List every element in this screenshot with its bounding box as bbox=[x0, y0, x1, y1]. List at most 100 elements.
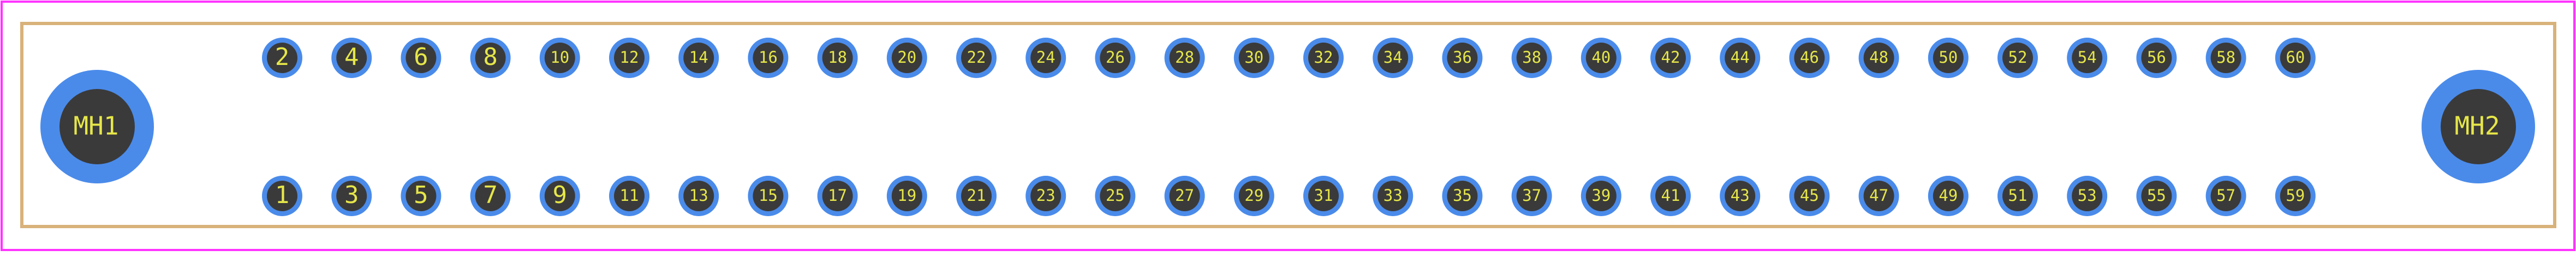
pin-pad-30: 30 bbox=[1233, 38, 1274, 78]
mounting-hole-label: MH2 bbox=[2454, 111, 2500, 141]
pin-pad-27: 27 bbox=[1164, 176, 1205, 216]
pin-pad-53: 53 bbox=[2067, 176, 2108, 216]
pin-pad-29: 29 bbox=[1233, 176, 1274, 216]
pin-pad-13: 13 bbox=[678, 176, 719, 216]
pin-pad-3: 3 bbox=[331, 176, 372, 216]
pin-pad-10: 10 bbox=[539, 38, 580, 78]
pin-pad-21: 21 bbox=[956, 176, 997, 216]
pin-number: 25 bbox=[1106, 186, 1125, 205]
pin-pad-40: 40 bbox=[1581, 38, 1621, 78]
pin-pad-49: 49 bbox=[1928, 176, 1969, 216]
pin-pad-56: 56 bbox=[2136, 38, 2177, 78]
pin-number: 2 bbox=[275, 43, 290, 71]
pin-pad-35: 35 bbox=[1442, 176, 1483, 216]
pin-number: 59 bbox=[2286, 186, 2305, 205]
pin-pad-22: 22 bbox=[956, 38, 997, 78]
pin-pad-37: 37 bbox=[1511, 176, 1552, 216]
pin-number: 36 bbox=[1453, 48, 1472, 67]
pin-number: 33 bbox=[1384, 186, 1403, 205]
pin-number: 46 bbox=[1800, 48, 1819, 67]
pin-pad-2: 2 bbox=[262, 38, 302, 78]
pin-pad-5: 5 bbox=[401, 176, 442, 216]
pin-number: 30 bbox=[1244, 48, 1263, 67]
pin-number: 58 bbox=[2216, 48, 2235, 67]
pin-number: 29 bbox=[1244, 186, 1263, 205]
pin-pad-34: 34 bbox=[1373, 38, 1414, 78]
pin-number: 31 bbox=[1314, 186, 1333, 205]
pin-pad-31: 31 bbox=[1303, 176, 1344, 216]
pin-pad-43: 43 bbox=[1720, 176, 1761, 216]
pin-pad-16: 16 bbox=[748, 38, 789, 78]
pin-pad-38: 38 bbox=[1511, 38, 1552, 78]
pin-number: 9 bbox=[553, 181, 568, 209]
pin-pad-25: 25 bbox=[1095, 176, 1136, 216]
pin-number: 15 bbox=[759, 186, 778, 205]
pin-pad-20: 20 bbox=[886, 38, 927, 78]
pin-pad-8: 8 bbox=[470, 38, 511, 78]
pin-number: 27 bbox=[1175, 186, 1194, 205]
canvas-background bbox=[0, 0, 2576, 253]
pin-pad-12: 12 bbox=[609, 38, 649, 78]
pin-pad-52: 52 bbox=[1997, 38, 2038, 78]
pin-number: 5 bbox=[414, 181, 428, 209]
pin-number: 50 bbox=[1939, 48, 1958, 67]
pin-number: 53 bbox=[2078, 186, 2097, 205]
pin-number: 34 bbox=[1384, 48, 1403, 67]
pin-number: 19 bbox=[897, 186, 916, 205]
pin-pad-4: 4 bbox=[331, 38, 372, 78]
pin-pad-46: 46 bbox=[1789, 38, 1830, 78]
pin-number: 38 bbox=[1522, 48, 1541, 67]
pin-pad-14: 14 bbox=[678, 38, 719, 78]
pin-pad-48: 48 bbox=[1858, 38, 1899, 78]
pin-number: 49 bbox=[1939, 186, 1958, 205]
pin-pad-7: 7 bbox=[470, 176, 511, 216]
pin-pad-60: 60 bbox=[2275, 38, 2316, 78]
pin-pad-42: 42 bbox=[1650, 38, 1691, 78]
pin-pad-36: 36 bbox=[1442, 38, 1483, 78]
pin-number: 12 bbox=[620, 48, 639, 67]
pin-pad-11: 11 bbox=[609, 176, 649, 216]
pin-number: 16 bbox=[759, 48, 778, 67]
pin-number: 41 bbox=[1661, 186, 1680, 205]
pin-number: 1 bbox=[275, 181, 290, 209]
pin-pad-1: 1 bbox=[262, 176, 302, 216]
pin-number: 20 bbox=[897, 48, 916, 67]
pin-pad-50: 50 bbox=[1928, 38, 1969, 78]
pin-number: 11 bbox=[620, 186, 639, 205]
pin-pad-28: 28 bbox=[1164, 38, 1205, 78]
pcb-footprint-view: MH1 MH2 2 4 6 8 10 12 14 16 18 20 22 24 26 28 30 32 34 36… bbox=[0, 0, 2576, 253]
footprint-canvas: MH1 MH2 2 4 6 8 10 12 14 16 18 20 22 24 26 28 30 32 34 36… bbox=[0, 0, 2576, 253]
pin-number: 23 bbox=[1036, 186, 1056, 205]
pin-pad-32: 32 bbox=[1303, 38, 1344, 78]
pin-number: 56 bbox=[2147, 48, 2166, 67]
pin-pad-6: 6 bbox=[401, 38, 442, 78]
pin-number: 22 bbox=[967, 48, 986, 67]
pin-number: 28 bbox=[1175, 48, 1194, 67]
pin-number: 54 bbox=[2078, 48, 2097, 67]
pin-number: 48 bbox=[1869, 48, 1888, 67]
mounting-hole-mh2: MH2 bbox=[2422, 70, 2535, 183]
pin-number: 6 bbox=[414, 43, 428, 71]
pin-pad-33: 33 bbox=[1373, 176, 1414, 216]
pin-number: 44 bbox=[1731, 48, 1750, 67]
pin-pad-17: 17 bbox=[817, 176, 858, 216]
mounting-hole-mh1: MH1 bbox=[40, 70, 154, 183]
pin-number: 8 bbox=[483, 43, 498, 71]
pin-number: 35 bbox=[1453, 186, 1472, 205]
pin-number: 32 bbox=[1314, 48, 1333, 67]
pin-number: 7 bbox=[483, 181, 498, 209]
pin-number: 52 bbox=[2008, 48, 2028, 67]
pin-pad-55: 55 bbox=[2136, 176, 2177, 216]
pin-number: 57 bbox=[2216, 186, 2235, 205]
pin-pad-47: 47 bbox=[1858, 176, 1899, 216]
pin-number: 18 bbox=[828, 48, 847, 67]
pin-pad-18: 18 bbox=[817, 38, 858, 78]
pin-number: 55 bbox=[2147, 186, 2166, 205]
pin-pad-24: 24 bbox=[1025, 38, 1066, 78]
mounting-hole-label: MH1 bbox=[73, 111, 118, 141]
pin-pad-23: 23 bbox=[1025, 176, 1066, 216]
pin-number: 40 bbox=[1591, 48, 1611, 67]
pin-number: 24 bbox=[1036, 48, 1056, 67]
pin-pad-51: 51 bbox=[1997, 176, 2038, 216]
pin-pad-39: 39 bbox=[1581, 176, 1621, 216]
